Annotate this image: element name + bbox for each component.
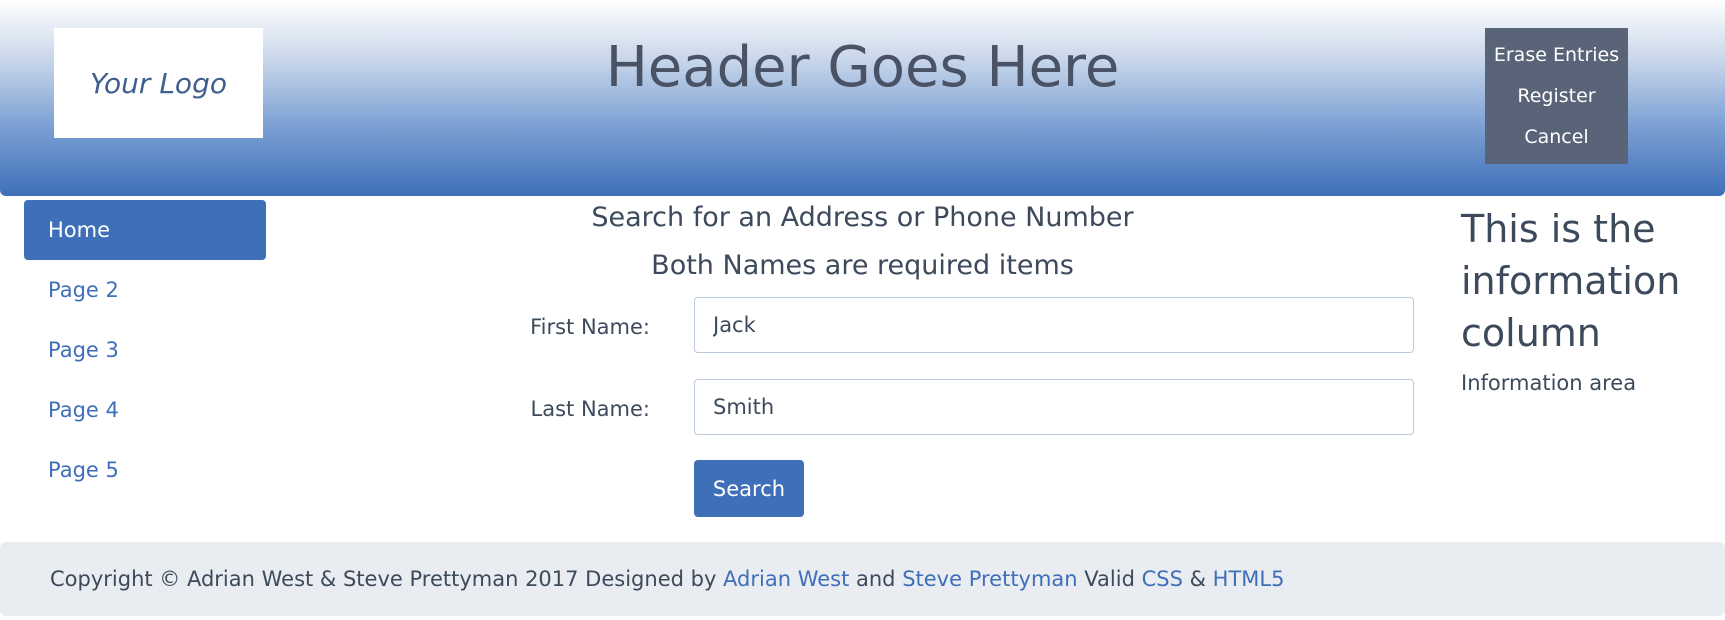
logo[interactable]: Your Logo [54, 28, 263, 138]
footer-copyright: Copyright © Adrian West & Steve Prettyma… [50, 567, 724, 591]
last-name-label: Last Name: [530, 397, 650, 421]
cancel-button[interactable]: Cancel [1524, 126, 1588, 148]
logo-text: Your Logo [90, 66, 227, 100]
first-name-input[interactable] [694, 297, 1414, 353]
page-header: Your Logo Header Goes Here Erase Entries… [0, 0, 1725, 196]
search-heading: Search for an Address or Phone Number [591, 202, 1134, 233]
link-adrian-west[interactable]: Adrian West [723, 567, 849, 591]
header-title: Header Goes Here [605, 35, 1120, 100]
erase-entries-button[interactable]: Erase Entries [1494, 44, 1619, 66]
info-area-text: Information area [1461, 371, 1637, 395]
last-name-input[interactable] [694, 379, 1414, 435]
footer-and: and [849, 567, 903, 591]
footer-valid: Valid [1077, 567, 1142, 591]
nav-item-home[interactable]: Home [24, 200, 266, 260]
nav-item-page-5[interactable]: Page 5 [24, 440, 266, 500]
page-footer: Copyright © Adrian West & Steve Prettyma… [0, 542, 1725, 616]
link-css[interactable]: CSS [1142, 567, 1183, 591]
nav-item-page-3[interactable]: Page 3 [24, 320, 266, 380]
search-button[interactable]: Search [694, 460, 804, 517]
link-html5[interactable]: HTML5 [1213, 567, 1285, 591]
footer-amp: & [1182, 567, 1213, 591]
nav-item-page-2[interactable]: Page 2 [24, 260, 266, 320]
register-button[interactable]: Register [1517, 85, 1595, 107]
sidebar-nav: Home Page 2 Page 3 Page 4 Page 5 [24, 200, 266, 500]
link-steve-prettyman[interactable]: Steve Prettyman [902, 567, 1077, 591]
nav-item-page-4[interactable]: Page 4 [24, 380, 266, 440]
info-column-title: This is the information column [1461, 207, 1681, 355]
required-note: Both Names are required items [651, 250, 1074, 281]
first-name-label: First Name: [530, 315, 650, 339]
header-button-group: Erase Entries Register Cancel [1485, 28, 1628, 164]
